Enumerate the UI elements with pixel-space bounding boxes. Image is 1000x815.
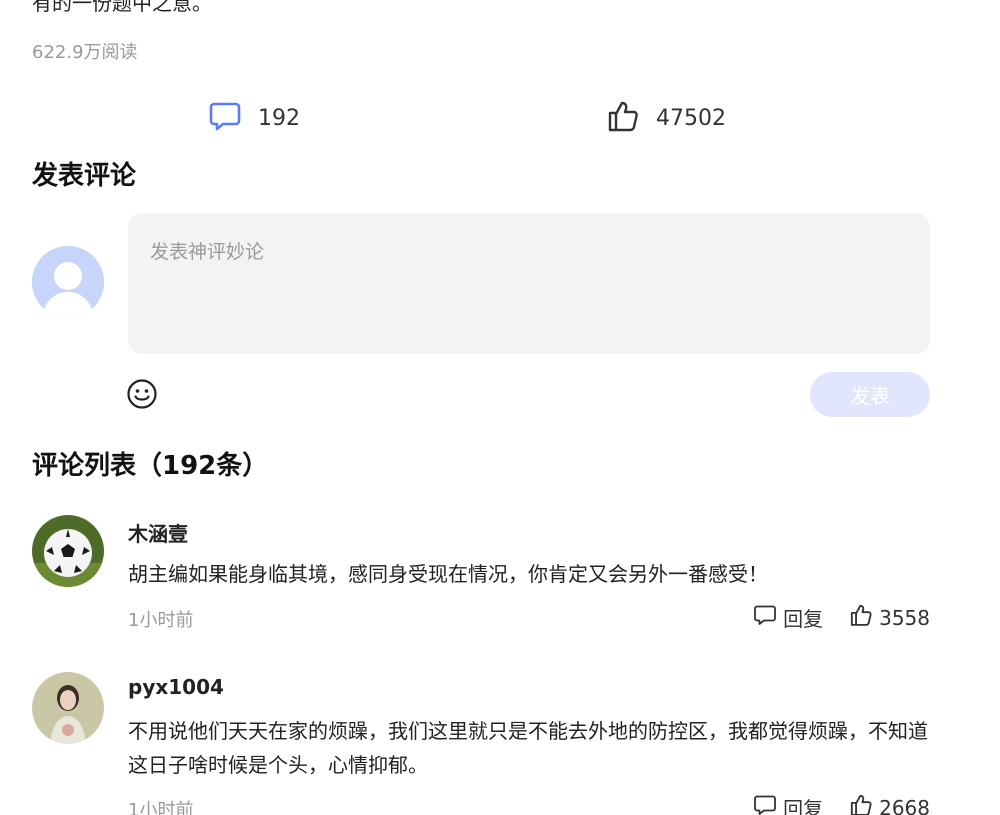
- comment-like-button[interactable]: 3558: [849, 603, 930, 632]
- comment-actions: 回复 3558: [753, 603, 930, 632]
- reply-button[interactable]: 回复: [753, 793, 823, 815]
- read-count: 622.9万阅读: [32, 42, 138, 63]
- comment-like-count: 3558: [879, 605, 930, 630]
- comment-list-title: 评论列表（192条）: [32, 451, 269, 481]
- reply-icon: [753, 793, 777, 815]
- like-button[interactable]: 47502: [606, 98, 726, 138]
- article-text-tail: 有的一份题中之意。: [32, 0, 212, 15]
- emoji-icon[interactable]: [126, 378, 158, 410]
- reply-label: 回复: [783, 797, 824, 815]
- comment-username[interactable]: 木涵壹: [128, 518, 188, 547]
- comment-time: 1小时前: [128, 610, 194, 631]
- comment-actions: 回复 2668: [753, 793, 930, 815]
- submit-comment-button[interactable]: 发表: [810, 372, 930, 417]
- comment-count-button[interactable]: 192: [208, 98, 300, 138]
- comment-like-button[interactable]: 2668: [849, 793, 930, 815]
- comment-icon: [208, 99, 242, 137]
- soccer-ball-avatar[interactable]: [32, 515, 104, 587]
- comment-like-count: 2668: [879, 795, 930, 815]
- reply-icon: [753, 603, 777, 632]
- reply-button[interactable]: 回复: [753, 603, 823, 632]
- post-comment-title: 发表评论: [32, 161, 137, 191]
- thumbs-up-icon: [606, 99, 640, 137]
- comment-count: 192: [258, 105, 300, 131]
- article-page: 有的一份题中之意。 622.9万阅读 192 47502 发表评论 发表神评妙论…: [0, 0, 1000, 815]
- like-count: 47502: [656, 105, 726, 131]
- default-user-icon: [32, 246, 104, 318]
- woman-portrait-avatar[interactable]: [32, 672, 104, 744]
- comment-username[interactable]: pyx1004: [128, 675, 224, 699]
- current-user-avatar: [32, 246, 104, 318]
- thumbs-up-icon: [849, 793, 873, 815]
- reply-label: 回复: [783, 607, 824, 631]
- thumbs-up-icon: [849, 603, 873, 632]
- comment-text: 胡主编如果能身临其境，感同身受现在情况，你肯定又会另外一番感受！: [128, 562, 768, 586]
- comment-time: 1小时前: [128, 800, 194, 815]
- comment-text: 不用说他们天天在家的烦躁，我们这里就只是不能去外地的防控区，我都觉得烦躁，不知道…: [128, 719, 928, 777]
- comment-input[interactable]: [128, 213, 930, 354]
